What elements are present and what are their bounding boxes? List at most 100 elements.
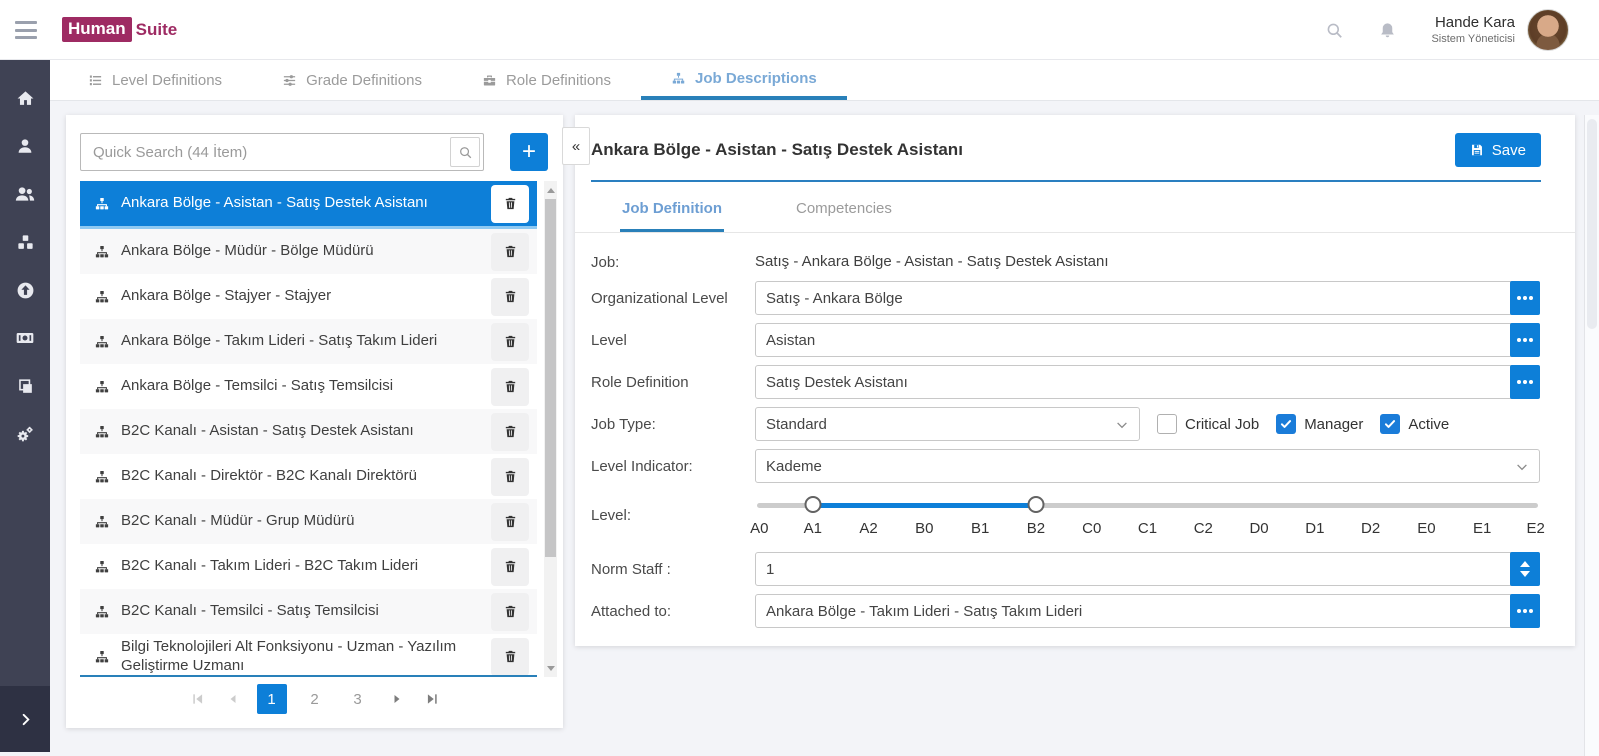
checkbox-active[interactable]: Active xyxy=(1380,414,1449,434)
list-item[interactable]: B2C Kanalı - Temsilci - Satış Temsilcisi xyxy=(80,589,537,634)
prev-page-button[interactable] xyxy=(222,684,244,714)
delete-button[interactable] xyxy=(491,368,529,406)
level-indicator-select[interactable]: Kademe xyxy=(755,449,1540,483)
role-definition-input[interactable] xyxy=(755,365,1540,399)
org-level-input[interactable] xyxy=(755,281,1540,315)
delete-button[interactable] xyxy=(491,548,529,586)
slider-handle-max[interactable] xyxy=(1027,496,1044,513)
list-item[interactable]: B2C Kanalı - Direktör - B2C Kanalı Direk… xyxy=(80,454,537,499)
top-bar: Human Suite Hande Kara Sistem Yöneticisi xyxy=(0,0,1599,60)
search-submit-button[interactable] xyxy=(450,137,480,167)
sidebar-item-upload[interactable] xyxy=(0,266,50,314)
slider-handle-min[interactable] xyxy=(804,496,821,513)
tab-level-definitions[interactable]: Level Definitions xyxy=(58,60,252,100)
last-page-button[interactable] xyxy=(421,684,443,714)
job-type-value: Standard xyxy=(766,416,827,433)
active-checkbox[interactable] xyxy=(1380,414,1400,434)
quick-search-input[interactable] xyxy=(80,133,484,171)
list-item[interactable]: Ankara Bölge - Müdür - Bölge Müdürü xyxy=(80,229,537,274)
home-icon xyxy=(16,89,35,108)
page-number-2[interactable]: 2 xyxy=(300,684,330,714)
sitemap-icon xyxy=(94,244,110,260)
norm-staff-stepper[interactable] xyxy=(1510,552,1540,586)
list-item[interactable]: Ankara Bölge - Temsilci - Satış Temsilci… xyxy=(80,364,537,409)
list-item[interactable]: B2C Kanalı - Takım Lideri - B2C Takım Li… xyxy=(80,544,537,589)
sidebar-expand-button[interactable] xyxy=(0,686,50,752)
step-up-icon xyxy=(1520,561,1530,567)
page-number-1[interactable]: 1 xyxy=(257,684,287,714)
manager-checkbox[interactable] xyxy=(1276,414,1296,434)
trash-icon xyxy=(503,424,518,439)
sidebar-item-team[interactable] xyxy=(0,170,50,218)
user-icon xyxy=(16,137,34,155)
bell-icon[interactable] xyxy=(1378,21,1397,40)
slider-track[interactable] xyxy=(757,503,1538,508)
delete-button[interactable] xyxy=(491,638,529,676)
list-item[interactable]: Ankara Bölge - Stajyer - Stajyer xyxy=(80,274,537,319)
sitemap-icon xyxy=(94,604,110,620)
trash-icon xyxy=(503,196,518,211)
tab-job-descriptions[interactable]: Job Descriptions xyxy=(641,60,847,100)
checkbox-critical-job[interactable]: Critical Job xyxy=(1157,414,1259,434)
first-page-icon xyxy=(191,692,205,706)
tab-role-definitions[interactable]: Role Definitions xyxy=(452,60,641,100)
next-page-button[interactable] xyxy=(386,684,408,714)
save-button[interactable]: Save xyxy=(1455,133,1541,167)
critical-job-checkbox[interactable] xyxy=(1157,414,1177,434)
trash-icon xyxy=(503,334,518,349)
page-scrollbar-thumb[interactable] xyxy=(1587,119,1597,329)
page-scrollbar[interactable] xyxy=(1584,115,1599,756)
delete-button[interactable] xyxy=(491,278,529,316)
attached-to-input[interactable] xyxy=(755,594,1540,628)
list-scrollbar[interactable] xyxy=(544,181,557,677)
chevron-down-icon xyxy=(1515,460,1529,474)
sidebar-item-modules[interactable] xyxy=(0,218,50,266)
list-item[interactable]: B2C Kanalı - Müdür - Grup Müdürü xyxy=(80,499,537,544)
list-item[interactable]: Ankara Bölge - Takım Lideri - Satış Takı… xyxy=(80,319,537,364)
delete-button[interactable] xyxy=(491,233,529,271)
role-definition-lookup-button[interactable] xyxy=(1510,365,1540,399)
attached-to-lookup-button[interactable] xyxy=(1510,594,1540,628)
search-icon[interactable] xyxy=(1325,21,1344,40)
sidebar-item-payroll[interactable] xyxy=(0,314,50,362)
level-input[interactable] xyxy=(755,323,1540,357)
scrollbar-thumb[interactable] xyxy=(545,199,556,557)
sitemap-icon xyxy=(94,469,110,485)
attached-to-label: Attached to: xyxy=(591,603,755,620)
sidebar-item-settings[interactable] xyxy=(0,410,50,458)
checkbox-manager[interactable]: Manager xyxy=(1276,414,1363,434)
org-level-label: Organizational Level xyxy=(591,290,755,307)
tab-job-definition[interactable]: Job Definition xyxy=(620,196,724,232)
list-item[interactable]: B2C Kanalı - Asistan - Satış Destek Asis… xyxy=(80,409,537,454)
sidebar-item-home[interactable] xyxy=(0,74,50,122)
level-lookup-button[interactable] xyxy=(1510,323,1540,357)
job-item-label: Ankara Bölge - Müdür - Bölge Müdürü xyxy=(121,242,491,261)
collapse-panel-button[interactable]: « xyxy=(562,127,590,165)
delete-button[interactable] xyxy=(491,413,529,451)
floppy-icon xyxy=(1470,143,1484,157)
add-job-button[interactable]: + xyxy=(510,133,548,171)
last-page-icon xyxy=(425,692,439,706)
delete-button[interactable] xyxy=(491,593,529,631)
job-type-select[interactable]: Standard xyxy=(755,407,1140,441)
sidebar-item-user[interactable] xyxy=(0,122,50,170)
user-info[interactable]: Hande Kara Sistem Yöneticisi xyxy=(1431,14,1515,47)
page-number-3[interactable]: 3 xyxy=(343,684,373,714)
scroll-up-icon[interactable] xyxy=(544,183,557,197)
delete-button[interactable] xyxy=(491,185,529,223)
list-item[interactable]: Ankara Bölge - Asistan - Satış Destek As… xyxy=(80,181,537,229)
tab-competencies[interactable]: Competencies xyxy=(794,196,894,232)
sidebar-item-documents[interactable] xyxy=(0,362,50,410)
list-item[interactable]: Bilgi Teknolojileri Alt Fonksiyonu - Uzm… xyxy=(80,634,537,677)
delete-button[interactable] xyxy=(491,503,529,541)
scroll-down-icon[interactable] xyxy=(544,661,557,675)
norm-staff-input[interactable] xyxy=(755,552,1540,586)
delete-button[interactable] xyxy=(491,323,529,361)
avatar[interactable] xyxy=(1527,9,1569,51)
delete-button[interactable] xyxy=(491,458,529,496)
first-page-button[interactable] xyxy=(187,684,209,714)
org-level-lookup-button[interactable] xyxy=(1510,281,1540,315)
next-page-icon xyxy=(391,693,403,705)
tab-grade-definitions[interactable]: Grade Definitions xyxy=(252,60,452,100)
menu-toggle-icon[interactable] xyxy=(15,21,37,39)
